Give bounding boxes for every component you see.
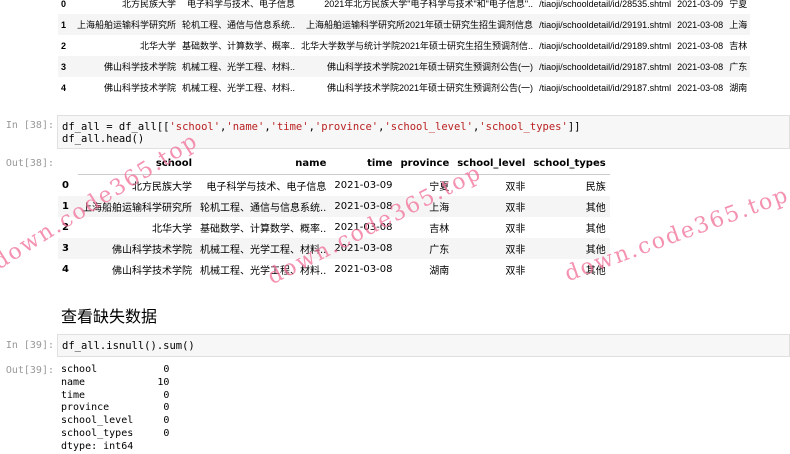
cell-url: /tiaoji/schooldetail/id/28535.shtml <box>539 0 672 9</box>
column-header-school_types: school_types <box>529 153 610 175</box>
cell-time: 2021-03-08 <box>674 14 727 35</box>
code-string: 'school' <box>169 121 221 133</box>
code-text: ]] <box>567 121 581 133</box>
cell-name: 基础数学、计算数学、概率.. <box>200 224 327 235</box>
table-row: 1 上海船舶运输科学研究所 轮机工程、通信与信息系统.. 上海船舶运输科学研究所202… <box>58 14 751 35</box>
cell-name: 轮机工程、通信与信息系统.. <box>196 196 331 217</box>
code-string: 'school_types' <box>479 121 568 133</box>
code-text: df_all = df_all[[ <box>62 121 170 133</box>
cell-title: 2021年北方民族大学"电子科学与技术"和"电子信息".. <box>324 0 534 9</box>
row-index: 0 <box>62 179 69 191</box>
cell-school: 佛山科学技术学院 <box>74 56 180 77</box>
cell-school: 上海船舶运输科学研究所 <box>74 14 180 35</box>
cell-time: 2021-03-08 <box>334 264 393 275</box>
cell-name: 机械工程、光学工程、材料.. <box>182 83 296 93</box>
out-prompt-38: Out[38]: <box>5 158 54 169</box>
cell-province: 湖南 <box>429 266 450 277</box>
column-header-province: province <box>396 153 454 175</box>
code-cell-39[interactable]: df_all.isnull().sum() <box>57 334 790 357</box>
table-row: 3 佛山科学技术学院 机械工程、光学工程、材料.. 佛山科学技术学院2021年硕士研究… <box>58 56 751 77</box>
code-text: df_all.isnull().sum() <box>62 340 195 352</box>
cell-title: 佛山科学技术学院2021年硕士研究生预调剂公告(一) <box>327 83 534 93</box>
cell-province: 吉林 <box>729 41 748 51</box>
cell-types: 其他 <box>585 224 606 235</box>
in-prompt-39: In [39]: <box>5 340 54 351</box>
cell-url: /tiaoji/schooldetail/id/29187.shtml <box>539 82 672 93</box>
cell-url: /tiaoji/schooldetail/id/29191.shtml <box>536 14 675 35</box>
cell-level: 双非 <box>505 266 526 277</box>
cell-title: 北华大学数学与统计学院2021年硕士研究生招生预调剂信.. <box>301 41 534 51</box>
cell-school: 佛山科学技术学院 <box>104 83 177 93</box>
top-dataframe-table: 0 北方民族大学 电子科学与技术、电子信息 2021年北方民族大学"电子科学与技术"和… <box>58 0 751 98</box>
cell-name: 电子科学与技术、电子信息 <box>187 0 296 9</box>
row-index: 0 <box>61 0 67 9</box>
table-row: 0 北方民族大学 电子科学与技术、电子信息 2021年北方民族大学"电子科学与技术"和… <box>58 0 750 14</box>
cell-school: 北方民族大学 <box>122 0 177 9</box>
code-string: 'time' <box>270 121 309 133</box>
cell-level: 双非 <box>505 224 526 235</box>
isnull-output: school 0 name 10 time 0 province 0 schoo… <box>61 364 170 452</box>
cell-name: 基础数学、计算数学、概率.. <box>182 41 296 51</box>
code-string: 'name' <box>226 121 265 133</box>
cell-school: 北华大学 <box>140 41 177 51</box>
cell-name: 电子科学与技术、电子信息 <box>206 182 327 193</box>
out-prompt-39: Out[39]: <box>5 365 54 376</box>
table-row: 2 北华大学 基础数学、计算数学、概率.. 北华大学数学与统计学院2021年硕士研究生… <box>58 35 750 56</box>
row-index: 4 <box>61 82 67 93</box>
cell-types: 其他 <box>529 196 610 217</box>
table-row: 1 上海船舶运输科学研究所 轮机工程、通信与信息系统.. 2021-03-08 上海 双非… <box>58 196 610 217</box>
cell-types: 民族 <box>585 182 606 193</box>
section-heading: 查看缺失数据 <box>61 307 158 326</box>
cell-name: 机械工程、光学工程、材料.. <box>179 56 299 77</box>
cell-title: 上海船舶运输科学研究所2021年硕士研究生招生调剂信息 <box>298 14 537 35</box>
row-index: 3 <box>58 56 74 77</box>
cell-title: 佛山科学技术学院2021年硕士研究生预调剂公告(一) <box>298 56 537 77</box>
cell-time: 2021-03-08 <box>677 40 724 51</box>
cell-level: 双非 <box>453 238 530 259</box>
cell-time: 2021-03-09 <box>334 180 393 191</box>
row-index: 3 <box>58 238 78 259</box>
row-index: 4 <box>62 264 69 275</box>
cell-school: 北华大学 <box>152 224 192 235</box>
cell-time: 2021-03-09 <box>677 0 724 9</box>
cell-province: 广东 <box>726 56 751 77</box>
header-index <box>58 153 78 175</box>
code-string: 'school_level' <box>384 121 473 133</box>
table-row: 4 佛山科学技术学院 机械工程、光学工程、材料.. 佛山科学技术学院2021年硕士研究… <box>58 77 750 98</box>
column-header-time: time <box>330 153 397 175</box>
cell-time: 2021-03-08 <box>677 82 724 93</box>
cell-url: /tiaoji/schooldetail/id/29189.shtml <box>539 40 672 51</box>
cell-time: 2021-03-08 <box>674 56 727 77</box>
code-string: 'province' <box>314 121 379 133</box>
column-header-name: name <box>196 153 331 175</box>
cell-province: 广东 <box>396 238 454 259</box>
cell-school: 佛山科学技术学院 <box>78 238 196 259</box>
row-index: 1 <box>58 14 74 35</box>
cell-name: 轮机工程、通信与信息系统.. <box>179 14 299 35</box>
cell-province: 湖南 <box>729 83 748 93</box>
cell-province: 上海 <box>726 14 751 35</box>
table-row: 4 佛山科学技术学院 机械工程、光学工程、材料.. 2021-03-08 湖南 双非 其他 <box>58 259 610 280</box>
cell-level: 双非 <box>453 196 530 217</box>
cell-province: 宁夏 <box>729 0 748 9</box>
cell-school: 佛山科学技术学院 <box>112 266 192 277</box>
cell-url: /tiaoji/schooldetail/id/29187.shtml <box>536 56 675 77</box>
row-index: 2 <box>61 40 67 51</box>
in-prompt-38: In [38]: <box>5 120 54 131</box>
